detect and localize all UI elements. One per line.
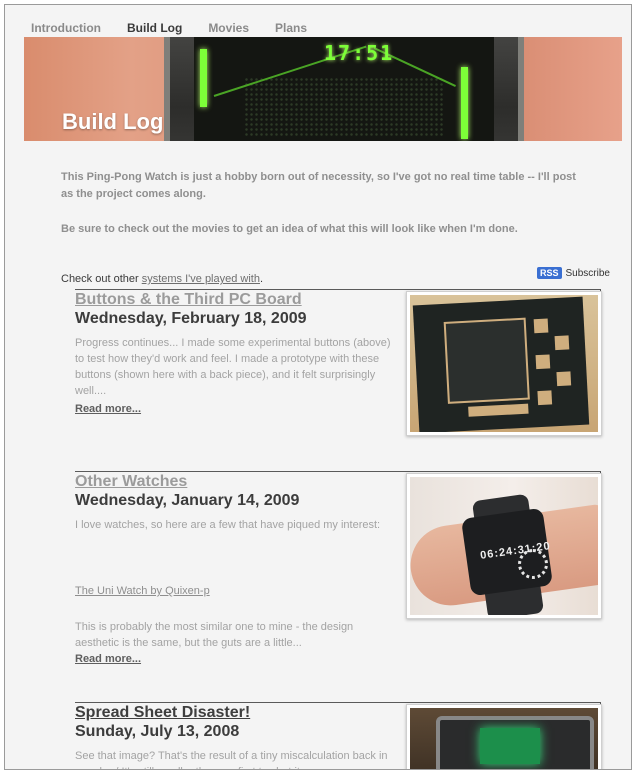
systems-link[interactable]: systems I've played with (142, 273, 260, 285)
spreadsheet-disaster-image (410, 708, 598, 769)
post-thumbnail[interactable] (406, 704, 602, 769)
post-3: Spread Sheet Disaster! Sunday, July 13, … (61, 702, 606, 769)
post-thumbnail[interactable]: 06:24:31:20 (406, 473, 602, 619)
post-divider (75, 702, 601, 706)
post-1: Buttons & the Third PC Board Wednesday, … (61, 289, 606, 449)
rss-subscribe[interactable]: RSS Subscribe (537, 267, 610, 279)
post-excerpt: Progress continues... I made some experi… (75, 337, 391, 397)
post-title[interactable]: Buttons & the Third PC Board (75, 291, 302, 309)
board-hole (537, 390, 553, 406)
checkout-suffix: . (259, 273, 264, 285)
banner-paddle-left (200, 49, 207, 107)
board-shape (412, 296, 590, 432)
board-hole (535, 354, 551, 370)
post-title[interactable]: Spread Sheet Disaster! (75, 704, 250, 722)
board-hole (556, 371, 572, 387)
header-banner: 17:51 Build Log (24, 37, 622, 141)
banner-paddle-right (461, 67, 468, 139)
post-excerpt: I love watches, so here are a few that h… (75, 519, 381, 531)
post-title[interactable]: Other Watches (75, 473, 187, 491)
post-2: Other Watches Wednesday, January 14, 200… (61, 471, 606, 691)
banner-time-digits: 17:51 (324, 41, 395, 65)
rss-label: Subscribe (565, 267, 610, 279)
wrist-watch-image: 06:24:31:20 (410, 477, 598, 615)
read-more-link[interactable]: Read more... (75, 653, 141, 665)
read-more-link[interactable]: Read more... (75, 403, 141, 415)
intro-paragraph-1: This Ping-Pong Watch is just a hobby bor… (61, 171, 576, 200)
post-date: Sunday, July 13, 2008 (75, 723, 240, 740)
post-date: Wednesday, January 14, 2009 (75, 492, 300, 509)
checkout-prefix: Check out other (61, 273, 142, 285)
board-hole (533, 318, 549, 334)
uni-watch-link[interactable]: The Uni Watch by Quixen-p (75, 585, 210, 597)
post-excerpt: See that image? That's the result of a t… (75, 750, 388, 769)
post-excerpt-2: This is probably the most similar one to… (75, 621, 354, 649)
board-hole (468, 403, 529, 417)
checkout-line: Check out other systems I've played with… (61, 273, 263, 285)
intro-paragraph-2: Be sure to check out the movies to get a… (61, 223, 518, 235)
rss-icon: RSS (537, 267, 562, 279)
post-date: Wednesday, February 18, 2009 (75, 310, 307, 327)
pc-board-image (410, 295, 598, 432)
post-divider (75, 289, 601, 293)
image-green-board (480, 728, 540, 764)
banner-led-grid (244, 77, 444, 137)
post-divider (75, 471, 601, 475)
page-title: Build Log (62, 109, 164, 134)
watch-dial (518, 549, 548, 579)
board-hole (554, 335, 570, 351)
post-thumbnail[interactable] (406, 291, 602, 436)
page-frame: Introduction Build Log Movies Plans 17:5… (4, 4, 632, 770)
board-window (443, 317, 530, 404)
